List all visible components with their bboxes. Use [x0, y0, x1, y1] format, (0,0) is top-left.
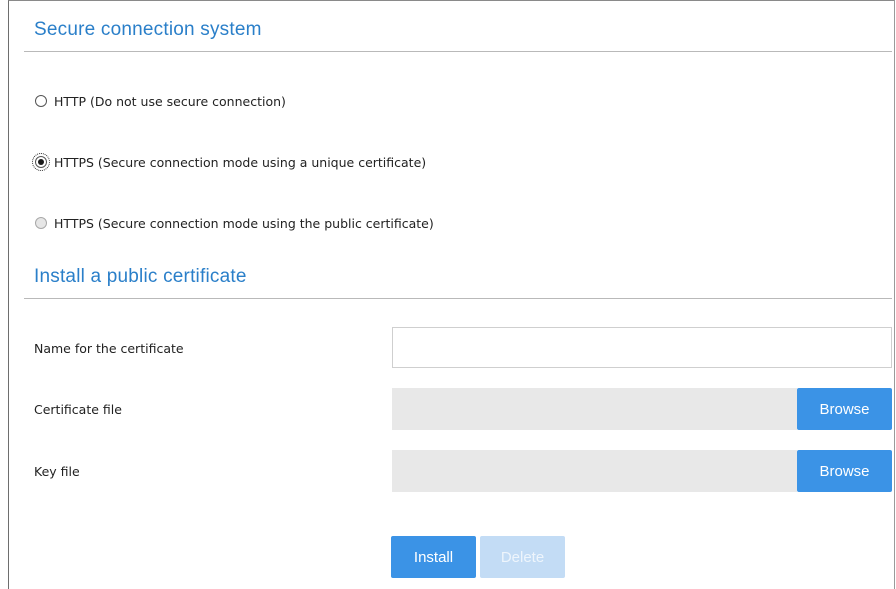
- radio-http-option[interactable]: HTTP (Do not use secure connection): [35, 91, 286, 111]
- install-certificate-title: Install a public certificate: [34, 266, 247, 287]
- key-file-label: Key file: [34, 464, 80, 479]
- certificate-browse-button[interactable]: Browse: [797, 388, 892, 430]
- radio-http-label: HTTP (Do not use secure connection): [54, 93, 286, 109]
- certificate-name-input[interactable]: [392, 327, 892, 368]
- settings-panel: Secure connection system HTTP (Do not us…: [8, 0, 895, 589]
- radio-https-public[interactable]: [35, 217, 47, 229]
- radio-http[interactable]: [35, 95, 47, 107]
- radio-https-public-option[interactable]: HTTPS (Secure connection mode using the …: [35, 213, 434, 233]
- certificate-name-label: Name for the certificate: [34, 341, 184, 356]
- section-divider: [24, 298, 892, 299]
- install-button[interactable]: Install: [391, 536, 476, 578]
- radio-https-public-label: HTTPS (Secure connection mode using the …: [54, 215, 434, 231]
- radio-https-unique-option[interactable]: HTTPS (Secure connection mode using a un…: [32, 152, 427, 172]
- section-divider: [24, 51, 892, 52]
- key-file-field[interactable]: [392, 450, 797, 492]
- radio-https-unique-label: HTTPS (Secure connection mode using a un…: [54, 154, 427, 170]
- secure-connection-title: Secure connection system: [34, 19, 262, 40]
- key-browse-button[interactable]: Browse: [797, 450, 892, 492]
- certificate-file-field[interactable]: [392, 388, 797, 430]
- delete-button[interactable]: Delete: [480, 536, 565, 578]
- radio-https-unique[interactable]: [32, 153, 50, 171]
- certificate-file-label: Certificate file: [34, 402, 122, 417]
